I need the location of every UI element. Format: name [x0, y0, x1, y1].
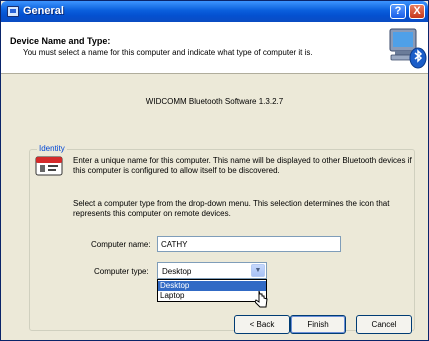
header-subtitle: You must select a name for this computer… — [23, 48, 313, 57]
computer-type-options: Desktop Laptop — [157, 279, 267, 302]
computer-name-label: Computer name: — [91, 240, 151, 249]
id-card-icon — [35, 156, 63, 176]
identity-instructions-name: Enter a unique name for this computer. T… — [73, 156, 412, 175]
cancel-button[interactable]: Cancel — [356, 315, 412, 334]
option-laptop[interactable]: Laptop — [158, 291, 266, 301]
finish-button[interactable]: Finish — [290, 315, 346, 334]
computer-type-label: Computer type: — [94, 267, 149, 276]
version-text: WIDCOMM Bluetooth Software 1.3.2.7 — [145, 97, 284, 106]
close-button[interactable]: X — [409, 4, 425, 19]
option-desktop[interactable]: Desktop — [158, 281, 266, 291]
identity-group-label: Identity — [37, 144, 67, 153]
dialog-window: General ? X Device Name and Type: You mu… — [0, 0, 429, 341]
back-button[interactable]: < Back — [234, 315, 290, 334]
chevron-down-icon[interactable]: ▼ — [251, 264, 265, 277]
mouse-pointer-icon — [255, 290, 268, 308]
window-icon — [7, 6, 19, 17]
help-button[interactable]: ? — [390, 4, 406, 19]
window-title: General — [23, 5, 64, 17]
wizard-header: Device Name and Type: You must select a … — [1, 22, 428, 74]
title-bar[interactable]: General ? X — [1, 1, 428, 22]
computer-type-select[interactable]: Desktop ▼ — [157, 262, 267, 279]
computer-type-value: Desktop — [162, 267, 192, 276]
header-title: Device Name and Type: — [10, 36, 111, 46]
computer-name-input[interactable] — [157, 236, 341, 252]
identity-instructions-type: Select a computer type from the drop-dow… — [73, 199, 390, 218]
computer-bluetooth-icon — [389, 28, 427, 69]
